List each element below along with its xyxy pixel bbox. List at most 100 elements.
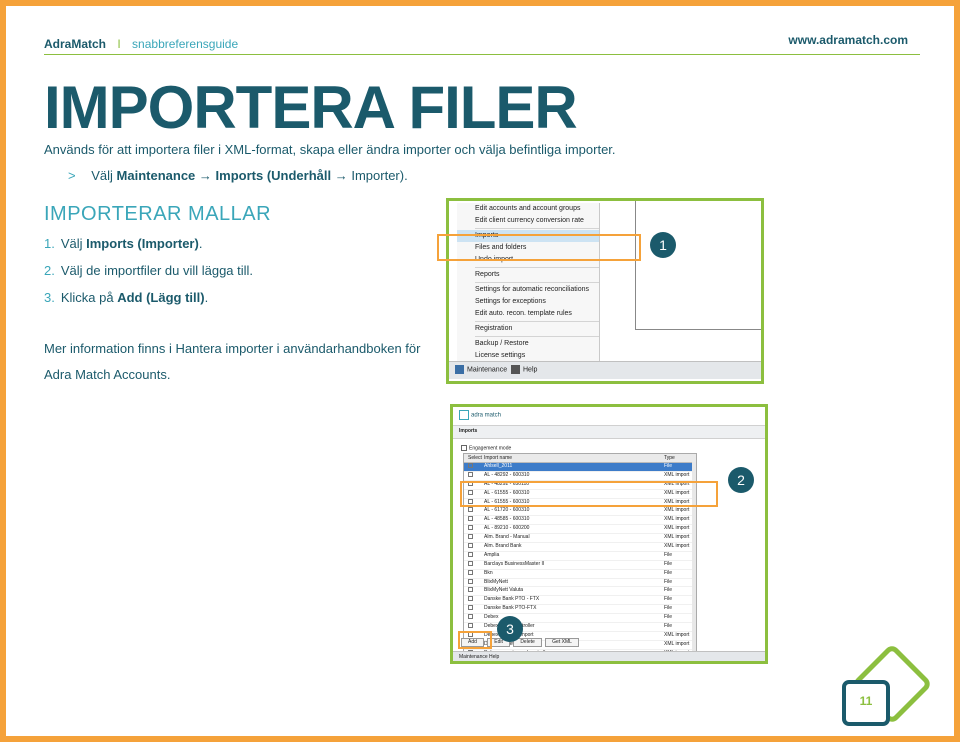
checkbox-icon[interactable] (468, 525, 473, 531)
logo-text: adra match (471, 412, 502, 419)
table-header: Select Import name Type (464, 454, 696, 463)
column-header[interactable]: Select (468, 454, 482, 462)
step-item: 1. Välj Imports (Importer). (44, 230, 253, 257)
column-header[interactable]: Type (664, 454, 675, 462)
checkbox-icon[interactable] (468, 551, 473, 557)
step-item: 2. Välj de importfiler du vill lägga till… (44, 257, 253, 284)
checkbox-icon[interactable] (468, 614, 473, 620)
table-row[interactable]: Amplia File (464, 551, 696, 561)
engagement-mode-option[interactable]: Engagement mode (461, 445, 511, 451)
row-checkbox[interactable] (468, 551, 473, 561)
checkbox-icon[interactable] (468, 463, 473, 468)
logo-icon (459, 410, 469, 420)
table-row[interactable]: Alm. Brand - Manual XML import (464, 534, 696, 544)
import-name: Ahlsell_2011 (484, 463, 513, 469)
import-name: Alm. Brand - Manual (484, 534, 530, 541)
checkbox-icon[interactable] (468, 543, 473, 549)
import-name: AL - 48585 - 600310 (484, 516, 530, 523)
import-type: File (664, 463, 673, 469)
checkbox-icon[interactable] (468, 578, 473, 584)
checkbox-icon[interactable] (461, 445, 467, 451)
menu-item[interactable]: Edit auto. recon. template rules (457, 308, 599, 320)
import-name: Amplia (484, 551, 500, 558)
callout-badge-1: 1 (650, 232, 676, 258)
header-divider (44, 54, 920, 55)
menu-item[interactable]: Backup / Restore (457, 338, 599, 350)
table-row[interactable]: AL - 48292 - 600310 XML import (464, 471, 696, 481)
menu-divider (475, 282, 599, 283)
adra-logo: adra match (459, 410, 501, 420)
section-title: IMPORTERAR MALLAR (44, 203, 272, 225)
table-row[interactable]: Alm. Brand Bank XML import (464, 543, 696, 552)
checkbox-icon[interactable] (468, 596, 473, 602)
row-checkbox[interactable] (468, 516, 473, 525)
row-checkbox[interactable] (468, 587, 473, 596)
header-brand-block: AdraMatch I snabbreferensguide (44, 37, 238, 51)
row-checkbox[interactable] (468, 578, 473, 588)
callout-badge-2: 2 (728, 467, 754, 493)
import-name: Debex (484, 614, 499, 621)
checkbox-icon[interactable] (468, 605, 473, 611)
table-row[interactable]: BlixMyNett File (464, 578, 696, 588)
step-text-end: . (198, 236, 203, 251)
menu-item[interactable]: Reports (457, 269, 599, 281)
row-checkbox[interactable] (468, 569, 473, 579)
table-row[interactable]: BlixMyNett Valuta File (464, 587, 696, 597)
step-number: 1. (44, 236, 55, 251)
taskbar-help[interactable]: Help (489, 654, 499, 660)
row-checkbox[interactable] (468, 471, 473, 481)
taskbar-help[interactable]: Help (511, 365, 537, 374)
step-text-end: . (204, 290, 209, 305)
checkbox-icon[interactable] (468, 534, 473, 540)
checkbox-icon[interactable] (468, 560, 473, 566)
menu-item[interactable]: Settings for automatic reconciliations (457, 284, 599, 296)
table-row[interactable]: AL - 48585 - 600310 XML import (464, 516, 696, 526)
checkbox-icon[interactable] (468, 569, 473, 575)
taskbar: Maintenance Help (453, 651, 765, 661)
header-website[interactable]: www.adramatch.com (788, 33, 908, 47)
row-checkbox[interactable] (468, 534, 473, 543)
step-text: Välj de importfiler du vill lägga till. (60, 263, 254, 278)
taskbar-maintenance[interactable]: Maintenance (459, 654, 488, 660)
row-checkbox[interactable] (468, 614, 473, 623)
row-checkbox[interactable] (468, 543, 473, 552)
taskbar-label: Maintenance (467, 366, 508, 374)
taskbar-maintenance[interactable]: Maintenance (455, 365, 507, 374)
row-checkbox[interactable] (468, 507, 473, 516)
step-item: 3. Klicka på Add (Lägg till). (44, 284, 253, 311)
checkbox-icon[interactable] (468, 587, 473, 593)
highlight-selection (460, 481, 718, 507)
import-name: Bkn (484, 569, 493, 576)
get-xml-button[interactable]: Get XML (545, 638, 579, 647)
import-type: File (664, 596, 673, 603)
table-row[interactable]: Ahlsell_2011 File (464, 463, 696, 472)
table-row[interactable]: Danske Bank PTO - FTX File (464, 596, 696, 606)
table-row[interactable]: Bkn File (464, 569, 696, 579)
table-row[interactable]: Danske Bank PTO-FTX File (464, 605, 696, 615)
row-checkbox[interactable] (468, 525, 473, 534)
table-row[interactable]: Barclays BusinessMaster II File (464, 560, 696, 570)
import-name: Alm. Brand Bank (484, 543, 522, 550)
import-name: BlixMyNett Valuta (484, 587, 524, 594)
help-icon (511, 365, 520, 374)
menu-item[interactable]: Edit accounts and account groups (457, 203, 599, 215)
menu-item[interactable]: Edit client currency conversion rate (457, 215, 599, 227)
step-text: Välj (60, 236, 87, 251)
checkbox-icon[interactable] (468, 516, 473, 522)
row-checkbox[interactable] (468, 463, 473, 472)
row-checkbox[interactable] (468, 596, 473, 605)
table-row[interactable]: AL - 61720 - 600310 XML import (464, 507, 696, 517)
checkbox-icon[interactable] (468, 507, 473, 513)
menu-item[interactable]: Registration (457, 323, 599, 335)
arrow-icon: → (334, 168, 348, 183)
row-checkbox[interactable] (468, 560, 473, 570)
import-name: Danske Bank PTO - FTX (484, 596, 540, 603)
menu-item[interactable]: Settings for exceptions (457, 296, 599, 308)
checkbox-icon[interactable] (468, 471, 473, 477)
row-checkbox[interactable] (468, 605, 473, 614)
import-type: XML import (664, 516, 690, 523)
column-header[interactable]: Import name (484, 454, 512, 462)
instruction-prefix: Välj (91, 168, 113, 183)
checkbox-icon[interactable] (468, 623, 473, 629)
table-row[interactable]: AL - 89210 - 600200 XML import (464, 525, 696, 535)
